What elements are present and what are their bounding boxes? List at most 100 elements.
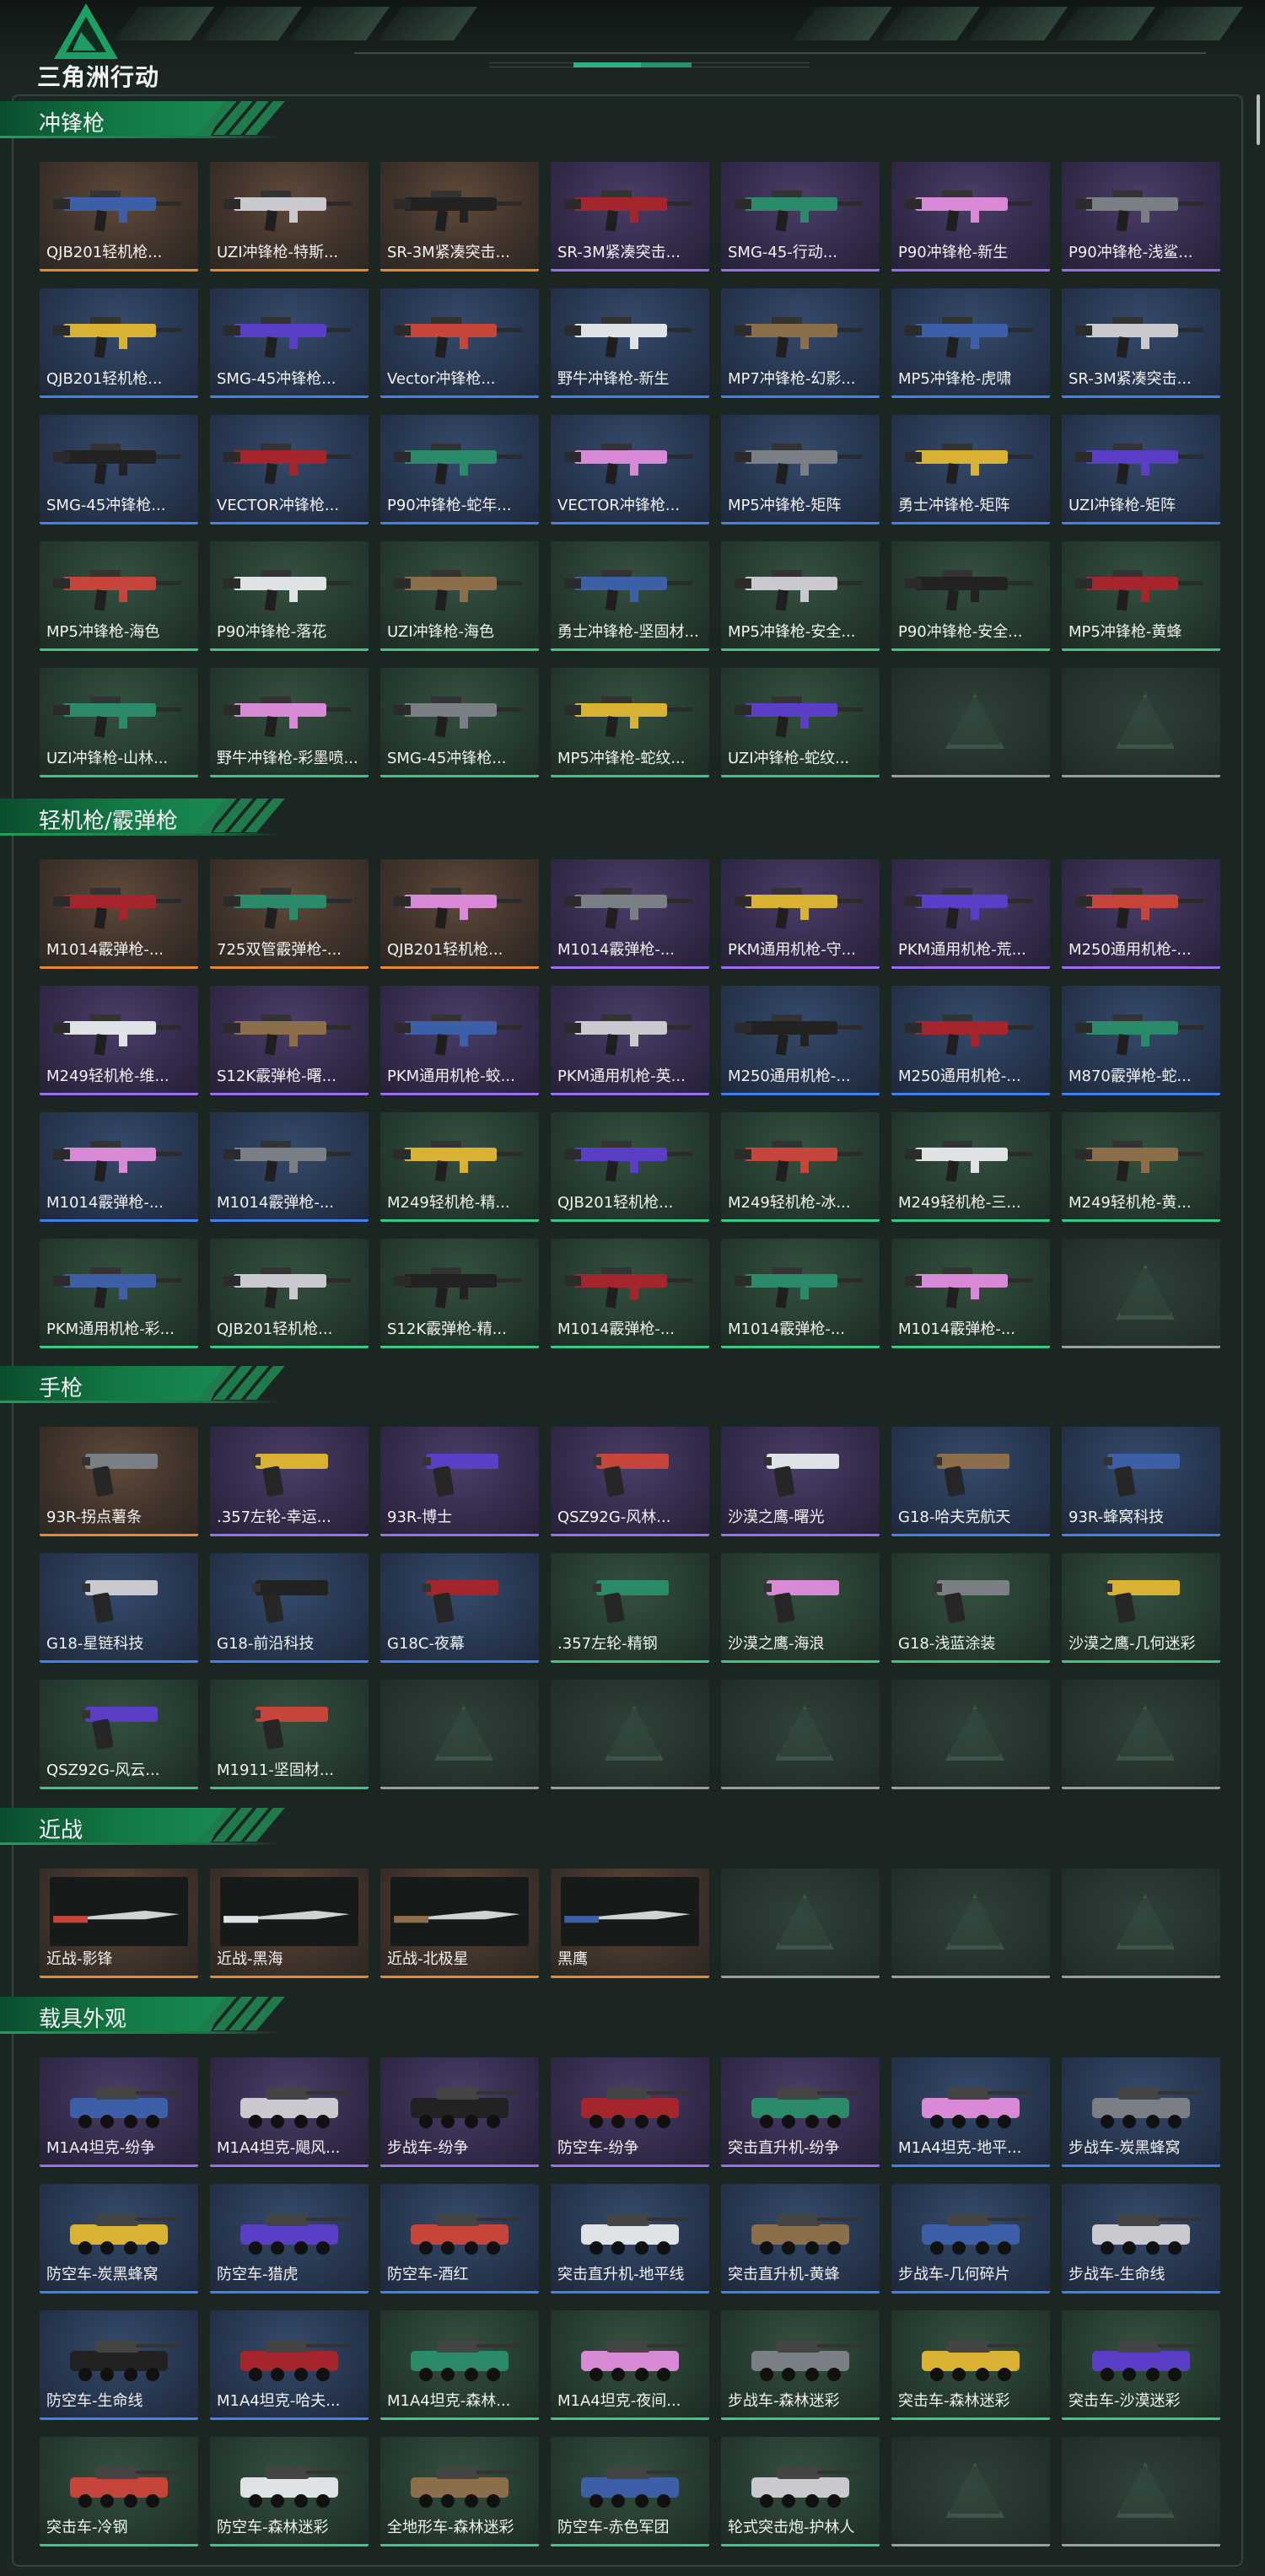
item-card[interactable]: MP5冲锋枪-虎啸 bbox=[891, 288, 1050, 398]
item-card[interactable]: MP7冲锋枪-幻影... bbox=[721, 288, 880, 398]
item-card[interactable]: M1A4坦克-纷争 bbox=[40, 2057, 198, 2167]
item-card[interactable]: PKM通用机枪-蛟... bbox=[380, 986, 539, 1095]
item-card[interactable]: 突击车-冷钢 bbox=[40, 2437, 198, 2546]
item-card[interactable]: UZI冲锋枪-海色 bbox=[380, 541, 539, 651]
item-card[interactable]: PKM通用机枪-守... bbox=[721, 859, 880, 969]
item-card[interactable]: .357左轮-幸运... bbox=[210, 1427, 369, 1536]
item-card[interactable]: SR-3M紧凑突击... bbox=[1062, 288, 1220, 398]
item-card[interactable]: 沙漠之鹰-曙光 bbox=[721, 1427, 880, 1536]
item-card[interactable]: 近战-黑海 bbox=[210, 1869, 369, 1978]
item-card[interactable]: QJB201轻机枪... bbox=[40, 288, 198, 398]
item-card[interactable]: M1A4坦克-森林... bbox=[380, 2310, 539, 2420]
item-card[interactable]: QJB201轻机枪... bbox=[551, 1112, 709, 1222]
item-card[interactable]: 轮式突击炮-护林人 bbox=[721, 2437, 880, 2546]
item-card[interactable]: SR-3M紧凑突击... bbox=[380, 162, 539, 272]
item-card[interactable]: 沙漠之鹰-几何迷彩 bbox=[1062, 1553, 1220, 1663]
item-card[interactable]: 步战车-森林迷彩 bbox=[721, 2310, 880, 2420]
item-card[interactable]: G18-浅蓝涂装 bbox=[891, 1553, 1050, 1663]
item-card[interactable]: G18-星链科技 bbox=[40, 1553, 198, 1663]
item-card[interactable]: M1911-坚固材... bbox=[210, 1680, 369, 1789]
item-card[interactable]: SMG-45冲锋枪... bbox=[380, 668, 539, 777]
item-card[interactable]: M1A4坦克-地平... bbox=[891, 2057, 1050, 2167]
item-card[interactable]: 防空车-酒红 bbox=[380, 2184, 539, 2294]
item-card[interactable]: 近战-影锋 bbox=[40, 1869, 198, 1978]
item-card[interactable]: 93R-蜂窝科技 bbox=[1062, 1427, 1220, 1536]
item-card[interactable]: Vector冲锋枪... bbox=[380, 288, 539, 398]
item-card[interactable]: P90冲锋枪-浅鲨... bbox=[1062, 162, 1220, 272]
item-card[interactable]: M249轻机枪-精... bbox=[380, 1112, 539, 1222]
item-card[interactable]: 步战车-生命线 bbox=[1062, 2184, 1220, 2294]
item-card[interactable]: PKM通用机枪-彩... bbox=[40, 1239, 198, 1348]
item-card[interactable]: 勇士冲锋枪-矩阵 bbox=[891, 415, 1050, 524]
item-card[interactable]: QJB201轻机枪... bbox=[210, 1239, 369, 1348]
item-card[interactable]: 防空车-森林迷彩 bbox=[210, 2437, 369, 2546]
item-card[interactable]: M1014霰弹枪-... bbox=[40, 859, 198, 969]
item-card[interactable]: 93R-拐点薯条 bbox=[40, 1427, 198, 1536]
item-card[interactable]: 725双管霰弹枪-... bbox=[210, 859, 369, 969]
item-card[interactable]: P90冲锋枪-安全... bbox=[891, 541, 1050, 651]
item-card[interactable]: P90冲锋枪-新生 bbox=[891, 162, 1050, 272]
item-card[interactable]: 防空车-生命线 bbox=[40, 2310, 198, 2420]
item-card[interactable]: SMG-45冲锋枪... bbox=[40, 415, 198, 524]
item-card[interactable]: QJB201轻机枪... bbox=[380, 859, 539, 969]
item-card[interactable]: M1014霰弹枪-... bbox=[210, 1112, 369, 1222]
item-card[interactable]: 步战车-几何碎片 bbox=[891, 2184, 1050, 2294]
item-card[interactable]: S12K霰弹枪-曙... bbox=[210, 986, 369, 1095]
item-card[interactable]: M1A4坦克-哈夫... bbox=[210, 2310, 369, 2420]
item-card[interactable]: 黑鹰 bbox=[551, 1869, 709, 1978]
item-card[interactable]: 突击车-沙漠迷彩 bbox=[1062, 2310, 1220, 2420]
item-card[interactable]: VECTOR冲锋枪... bbox=[551, 415, 709, 524]
item-card[interactable]: M1014霰弹枪-... bbox=[40, 1112, 198, 1222]
item-card[interactable]: UZI冲锋枪-特斯... bbox=[210, 162, 369, 272]
item-card[interactable]: M1014霰弹枪-... bbox=[551, 1239, 709, 1348]
item-card[interactable]: S12K霰弹枪-精... bbox=[380, 1239, 539, 1348]
item-card[interactable]: SMG-45冲锋枪... bbox=[210, 288, 369, 398]
item-card[interactable]: 近战-北极星 bbox=[380, 1869, 539, 1978]
item-card[interactable]: 野牛冲锋枪-新生 bbox=[551, 288, 709, 398]
item-card[interactable]: SMG-45-行动... bbox=[721, 162, 880, 272]
scrollbar[interactable] bbox=[1257, 94, 1260, 145]
item-card[interactable]: M250通用机枪-... bbox=[1062, 859, 1220, 969]
item-card[interactable]: M249轻机枪-三... bbox=[891, 1112, 1050, 1222]
item-card[interactable]: MP5冲锋枪-矩阵 bbox=[721, 415, 880, 524]
item-card[interactable]: 防空车-猎虎 bbox=[210, 2184, 369, 2294]
item-card[interactable]: M1014霰弹枪-... bbox=[721, 1239, 880, 1348]
item-card[interactable]: 突击直升机-地平线 bbox=[551, 2184, 709, 2294]
item-card[interactable]: M250通用机枪-... bbox=[721, 986, 880, 1095]
item-card[interactable]: QSZ92G-风云... bbox=[40, 1680, 198, 1789]
item-card[interactable]: MP5冲锋枪-安全... bbox=[721, 541, 880, 651]
item-card[interactable]: UZI冲锋枪-山林... bbox=[40, 668, 198, 777]
item-card[interactable]: 步战车-炭黑蜂窝 bbox=[1062, 2057, 1220, 2167]
item-card[interactable]: 突击直升机-纷争 bbox=[721, 2057, 880, 2167]
item-card[interactable]: .357左轮-精钢 bbox=[551, 1553, 709, 1663]
item-card[interactable]: 防空车-炭黑蜂窝 bbox=[40, 2184, 198, 2294]
item-card[interactable]: VECTOR冲锋枪... bbox=[210, 415, 369, 524]
item-card[interactable]: M249轻机枪-维... bbox=[40, 986, 198, 1095]
item-card[interactable]: UZI冲锋枪-蛇纹... bbox=[721, 668, 880, 777]
item-card[interactable]: 突击车-森林迷彩 bbox=[891, 2310, 1050, 2420]
item-card[interactable]: 防空车-赤色军团 bbox=[551, 2437, 709, 2546]
item-card[interactable]: M250通用机枪-... bbox=[891, 986, 1050, 1095]
item-card[interactable]: 沙漠之鹰-海浪 bbox=[721, 1553, 880, 1663]
item-card[interactable]: G18-哈夫克航天 bbox=[891, 1427, 1050, 1536]
item-card[interactable]: SR-3M紧凑突击... bbox=[551, 162, 709, 272]
item-card[interactable]: 93R-博士 bbox=[380, 1427, 539, 1536]
item-card[interactable]: QJB201轻机枪... bbox=[40, 162, 198, 272]
item-card[interactable]: PKM通用机枪-荒... bbox=[891, 859, 1050, 969]
item-card[interactable]: G18C-夜幕 bbox=[380, 1553, 539, 1663]
item-card[interactable]: M870霰弹枪-蛇... bbox=[1062, 986, 1220, 1095]
item-card[interactable]: M1A4坦克-飓风... bbox=[210, 2057, 369, 2167]
item-card[interactable]: 防空车-纷争 bbox=[551, 2057, 709, 2167]
item-card[interactable]: MP5冲锋枪-蛇纹... bbox=[551, 668, 709, 777]
item-card[interactable]: 勇士冲锋枪-坚固材... bbox=[551, 541, 709, 651]
item-card[interactable]: QSZ92G-风林... bbox=[551, 1427, 709, 1536]
item-card[interactable]: G18-前沿科技 bbox=[210, 1553, 369, 1663]
item-card[interactable]: MP5冲锋枪-黄蜂 bbox=[1062, 541, 1220, 651]
item-card[interactable]: PKM通用机枪-英... bbox=[551, 986, 709, 1095]
item-card[interactable]: UZI冲锋枪-矩阵 bbox=[1062, 415, 1220, 524]
item-card[interactable]: 野牛冲锋枪-彩墨喷... bbox=[210, 668, 369, 777]
item-card[interactable]: P90冲锋枪-落花 bbox=[210, 541, 369, 651]
item-card[interactable]: 突击直升机-黄蜂 bbox=[721, 2184, 880, 2294]
item-card[interactable]: P90冲锋枪-蛇年... bbox=[380, 415, 539, 524]
item-card[interactable]: M1014霰弹枪-... bbox=[551, 859, 709, 969]
